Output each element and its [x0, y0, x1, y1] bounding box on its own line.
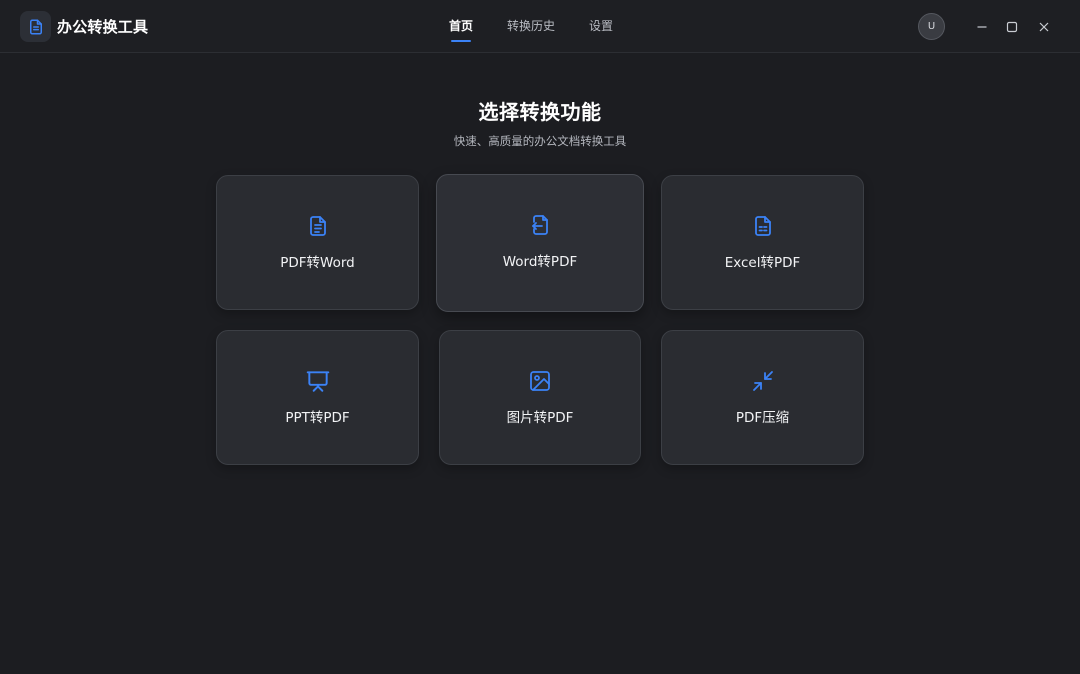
- minimize-icon: [977, 26, 987, 28]
- card-word-to-pdf[interactable]: Word转PDF: [436, 174, 644, 312]
- maximize-button[interactable]: [999, 14, 1025, 40]
- card-ppt-to-pdf[interactable]: PPT转PDF: [216, 330, 419, 465]
- app-brand: 办公转换工具: [20, 11, 148, 42]
- tab-home[interactable]: 首页: [432, 0, 490, 53]
- tab-settings[interactable]: 设置: [572, 0, 630, 53]
- main-nav: 首页 转换历史 设置: [432, 0, 630, 53]
- card-label: Word转PDF: [502, 254, 578, 270]
- card-label: 图片转PDF: [506, 410, 574, 426]
- page-title: 选择转换功能: [478, 100, 602, 124]
- close-button[interactable]: [1031, 14, 1057, 40]
- tab-history[interactable]: 转换历史: [490, 0, 572, 53]
- spreadsheet-icon: [750, 213, 776, 239]
- card-pdf-compress[interactable]: PDF压缩: [661, 330, 864, 465]
- title-bar: 办公转换工具 首页 转换历史 设置 U: [0, 0, 1080, 53]
- maximize-icon: [1006, 21, 1018, 33]
- card-pdf-to-word[interactable]: PDF转Word: [216, 175, 419, 310]
- document-text-icon: [305, 213, 331, 239]
- page-subtitle: 快速、高质量的办公文档转换工具: [453, 134, 627, 148]
- compress-icon: [750, 368, 776, 394]
- minimize-button[interactable]: [969, 14, 995, 40]
- avatar[interactable]: U: [918, 13, 945, 40]
- card-excel-to-pdf[interactable]: Excel转PDF: [661, 175, 864, 310]
- document-import-icon: [527, 212, 553, 238]
- close-icon: [1039, 22, 1049, 32]
- image-icon: [527, 368, 553, 394]
- card-label: PPT转PDF: [285, 410, 350, 426]
- app-title: 办公转换工具: [57, 18, 149, 36]
- app-window: 办公转换工具 首页 转换历史 设置 U 选择转换功能 快速、高质量的办公文档转换…: [0, 0, 1080, 674]
- document-icon: [20, 11, 51, 42]
- card-label: Excel转PDF: [724, 255, 801, 271]
- presentation-icon: [305, 368, 331, 394]
- card-image-to-pdf[interactable]: 图片转PDF: [439, 330, 641, 465]
- card-label: PDF压缩: [735, 410, 790, 426]
- card-label: PDF转Word: [280, 255, 355, 271]
